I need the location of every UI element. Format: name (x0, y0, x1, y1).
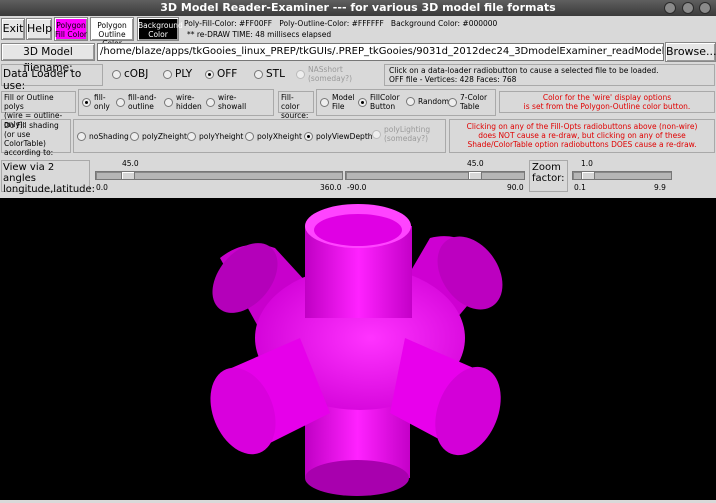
window-title: 3D Model Reader-Examiner --- for various… (160, 1, 556, 14)
render-canvas[interactable] (0, 198, 716, 500)
polylighting-radio: polyLighting (someday?) (372, 125, 430, 143)
fill-only-radio[interactable]: fill-only (82, 93, 110, 111)
radio-indicator (205, 69, 214, 79)
loader-info-text: Click on a data-loader radiobutton to ca… (389, 66, 659, 75)
longitude-min: 0.0 (96, 183, 108, 192)
latitude-slider[interactable] (345, 171, 525, 180)
slider-thumb[interactable] (468, 171, 482, 180)
browse-button[interactable]: Browse... (665, 42, 716, 62)
longitude-max: 360.0 (320, 183, 342, 192)
loader-off-radio[interactable]: OFF (205, 68, 237, 80)
radio-indicator (163, 69, 172, 79)
zoom-max: 9.9 (654, 183, 666, 192)
radio-indicator (358, 97, 367, 107)
zoom-min: 0.1 (574, 183, 586, 192)
shading-note: Clicking on any of the Fill-Opts radiobu… (449, 119, 715, 153)
help-button[interactable]: Help (26, 18, 52, 40)
radio-indicator (116, 97, 125, 107)
close-button[interactable] (699, 2, 711, 14)
file-stats-text: OFF file - Vertices: 428 Faces: 768 (389, 75, 517, 84)
fill-and-outline-radio[interactable]: fill-and-outline (116, 93, 156, 111)
loader-nasshort-radio: NASshort (someday?) (296, 65, 352, 83)
shading-label: Do Fill shading (or use ColorTable) accord… (1, 119, 71, 157)
polygon-outline-color-button[interactable]: Polygon Outline Color (90, 17, 134, 48)
title-bar[interactable]: 3D Model Reader-Examiner --- for various… (0, 0, 716, 16)
loader-cobj-radio[interactable]: cOBJ (112, 68, 148, 80)
fill-color-source-label: Fill-color source: (278, 91, 314, 120)
noshading-radio[interactable]: noShading (77, 132, 129, 141)
view-angles-label: View via 2 angles longitude,latitude: (1, 160, 96, 195)
random-radio[interactable]: Random (406, 97, 449, 106)
radio-indicator (130, 132, 139, 141)
loader-ply-radio[interactable]: PLY (163, 68, 192, 80)
radio-indicator (406, 97, 415, 106)
latitude-max: 90.0 (507, 183, 524, 192)
slider-thumb[interactable] (581, 171, 595, 180)
polyxheight-radio[interactable]: polyXheight (245, 132, 302, 141)
polyyheight-radio[interactable]: polyYheight (187, 132, 243, 141)
radio-indicator (296, 69, 305, 79)
wire-color-note: Color for the 'wire' display options is s… (499, 91, 715, 113)
radio-indicator (82, 97, 91, 107)
background-color-button[interactable]: Background Color (137, 17, 183, 41)
3d-model-render (210, 204, 503, 496)
loader-info-panel: Click on a data-loader radiobutton to ca… (384, 64, 715, 86)
filename-label-button[interactable]: 3D Model filename: (1, 43, 95, 74)
redraw-time-text: ** re-DRAW TIME: 48 millisecs elapsed (187, 30, 332, 39)
fill-mode-label: Fill or Outline polys (wire = outline-onl… (1, 91, 76, 129)
radio-indicator (77, 132, 86, 141)
bottom-arm-end (305, 460, 409, 496)
latitude-min: -90.0 (347, 183, 367, 192)
longitude-value: 45.0 (122, 159, 139, 168)
radio-indicator (112, 69, 121, 79)
wire-hidden-radio[interactable]: wire-hidden (164, 93, 202, 111)
seven-color-table-radio[interactable]: 7-Color Table (448, 93, 487, 111)
polyviewdepth-radio[interactable]: polyViewDepth (304, 132, 373, 141)
model-file-radio[interactable]: Model File (320, 93, 355, 111)
zoom-value: 1.0 (581, 159, 593, 168)
filename-input[interactable]: /home/blaze/apps/tkGooies_linux_PREP/tkG… (97, 43, 664, 61)
polygon-fill-color-button[interactable]: Polygon Fill Color (54, 17, 88, 41)
top-arm-opening (314, 214, 402, 246)
radio-indicator (187, 132, 196, 141)
colors-readout: Poly-Fill-Color: #FF00FF Poly-Outline-Co… (184, 19, 498, 28)
exit-button[interactable]: Exit (1, 18, 25, 40)
polyzheight-radio[interactable]: polyZheight (130, 132, 187, 141)
radio-indicator (372, 129, 381, 139)
latitude-value: 45.0 (467, 159, 484, 168)
loader-stl-radio[interactable]: STL (254, 68, 285, 80)
loader-option-label: PLY (175, 68, 193, 80)
zoom-label: Zoom factor: (529, 160, 568, 192)
radio-indicator (304, 132, 313, 141)
radio-indicator (206, 97, 215, 107)
zoom-slider[interactable] (572, 171, 672, 180)
radio-indicator (164, 97, 173, 107)
loader-label-frame: Data Loader to use: (1, 64, 103, 92)
loader-option-label: cOBJ (124, 68, 149, 80)
longitude-slider[interactable] (95, 171, 343, 180)
radio-indicator (254, 69, 263, 79)
loader-option-label: STL (266, 68, 285, 80)
slider-thumb[interactable] (121, 171, 135, 180)
maximize-button[interactable] (682, 2, 694, 14)
radio-indicator (320, 97, 329, 107)
minimize-button[interactable] (664, 2, 676, 14)
radio-indicator (448, 97, 457, 107)
loader-option-label: OFF (217, 68, 238, 80)
fillcolor-button-radio[interactable]: FillColor Button (358, 93, 400, 111)
radio-indicator (245, 132, 254, 141)
wire-showall-radio[interactable]: wire-showall (206, 93, 246, 111)
